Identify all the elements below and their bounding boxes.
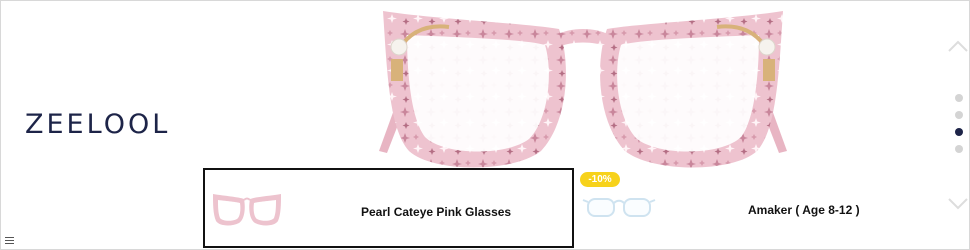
product-name: Amaker ( Age 8-12 )	[748, 203, 860, 217]
carousel-dot[interactable]	[955, 145, 963, 153]
product-card-amaker[interactable]: Amaker ( Age 8-12 )	[576, 168, 951, 248]
carousel-dot-active[interactable]	[955, 128, 963, 136]
brand-logo[interactable]: ZEELOOL	[25, 109, 170, 140]
product-card-pearl-cateye[interactable]: Pearl Cateye Pink Glasses	[203, 168, 574, 248]
clear-glasses-thumbnail	[582, 198, 656, 217]
chevron-down-icon[interactable]	[947, 197, 969, 211]
pink-glasses-thumbnail	[213, 194, 281, 226]
product-name: Pearl Cateye Pink Glasses	[361, 205, 512, 219]
carousel-pagination	[955, 94, 965, 162]
menu-icon[interactable]	[5, 237, 14, 245]
hero-glasses-image[interactable]	[373, 1, 793, 173]
carousel-dot[interactable]	[955, 111, 963, 119]
carousel-dot[interactable]	[955, 94, 963, 102]
ad-banner[interactable]: ZEELOOL Pearl Cateye Pink Glasses Amaker…	[0, 0, 970, 250]
chevron-up-icon[interactable]	[947, 39, 969, 53]
discount-badge: -10%	[580, 172, 620, 187]
